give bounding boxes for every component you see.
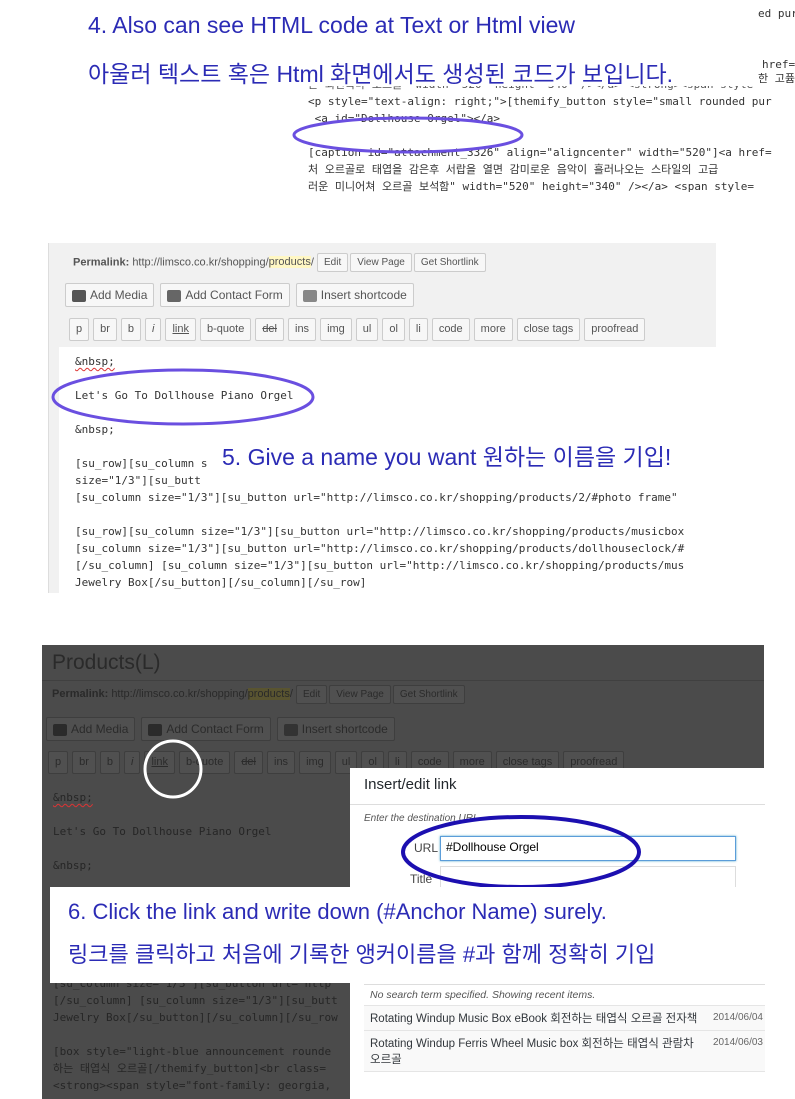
- media-buttons-row: Add Media Add Contact Form Insert shortcod…: [46, 717, 401, 741]
- quicktags-toolbar: p br b i link b-quote del ins img ul ol li code more c…: [69, 318, 649, 341]
- code-line-partial: 른 회전목마 오르골" width="520" height="340" /><…: [308, 86, 795, 93]
- qt-p[interactable]: p: [69, 318, 90, 341]
- recent-items-list: No search term specified. Showing recent…: [364, 984, 765, 1099]
- editor-textarea[interactable]: &nbsp; Let's Go To Dollhouse Piano Orgel…: [53, 789, 272, 874]
- form-icon: [148, 723, 163, 736]
- qt-img[interactable]: img: [320, 318, 352, 341]
- permalink-row: Permalink: http://limsco.co.kr/shopping/…: [73, 253, 488, 272]
- step4-caption-ko: 아울러 텍스트 혹은 Html 화면에서도 생성된 코드가 보입니다.: [88, 61, 674, 87]
- qt-more[interactable]: more: [473, 318, 513, 341]
- qt-img[interactable]: img: [299, 751, 331, 774]
- media-icon: [53, 723, 67, 736]
- code-line: <p style="text-align: right;">[themify_b…: [308, 95, 772, 108]
- step4-caption-en: 4. Also can see HTML code at Text or Htm…: [88, 12, 576, 38]
- highlight-ellipse-anchor-text: [51, 368, 315, 426]
- highlight-circle-link-button: [143, 739, 203, 799]
- shortcode-icon: [302, 289, 317, 302]
- code-fragment-top-right: ed pur href= 한 고퓸: [758, 7, 795, 85]
- qt-ins[interactable]: ins: [288, 318, 317, 341]
- step6-caption-ko: 링크를 클릭하고 처음에 기록한 앵커이름을 #과 함께 정확히 기입: [68, 942, 656, 967]
- qt-b-quote[interactable]: b-quote: [200, 318, 252, 341]
- step6-caption-box: 6. Click the link and write down (#Ancho…: [50, 887, 795, 983]
- form-icon: [167, 289, 182, 302]
- shortcode-icon: [283, 723, 298, 736]
- qt-li[interactable]: li: [408, 318, 428, 341]
- permalink-url[interactable]: http://limsco.co.kr/shopping/products/: [132, 256, 314, 269]
- highlight-ellipse-anchor-code: [292, 116, 524, 154]
- insert-shortcode-button[interactable]: Insert shortcode: [295, 283, 414, 307]
- page-title: Products(L): [52, 651, 161, 674]
- qt-proofread[interactable]: proofread: [584, 318, 646, 341]
- qt-i[interactable]: i: [124, 751, 141, 774]
- qt-br[interactable]: br: [72, 751, 96, 774]
- qt-p[interactable]: p: [48, 751, 69, 774]
- editor-textarea-lower: [su_column size="1/3"][su_button url="ht…: [53, 977, 338, 1092]
- qt-ul[interactable]: ul: [355, 318, 379, 341]
- highlight-ellipse-url-field: [401, 815, 641, 889]
- result-item[interactable]: Rotating Windup Ferris Wheel Music box 회…: [364, 1031, 765, 1072]
- search-notice: No search term specified. Showing recent…: [364, 985, 765, 1006]
- qt-del[interactable]: del: [234, 751, 263, 774]
- view-page-button[interactable]: View Page: [329, 685, 391, 704]
- media-icon: [72, 289, 86, 302]
- qt-link[interactable]: link: [165, 318, 196, 341]
- permalink-row: Permalink: http://limsco.co.kr/shopping/…: [52, 685, 467, 704]
- qt-close-tags[interactable]: close tags: [516, 318, 581, 341]
- step6-caption-en: 6. Click the link and write down (#Ancho…: [68, 899, 607, 924]
- code-line: 러운 미니어쳐 오르골 보석함" width="520" height="340…: [308, 180, 754, 193]
- qt-b[interactable]: b: [99, 751, 121, 774]
- result-item[interactable]: Rotating Windup Music Box eBook 회전하는 태엽식…: [364, 1006, 765, 1031]
- permalink-edit-button[interactable]: Edit: [316, 253, 349, 272]
- qt-ins[interactable]: ins: [267, 751, 296, 774]
- add-media-button[interactable]: Add Media: [65, 283, 155, 307]
- insert-shortcode-button[interactable]: Insert shortcode: [276, 717, 395, 741]
- qt-code[interactable]: code: [431, 318, 470, 341]
- media-buttons-row: Add Media Add Contact Form Insert shortcod…: [65, 283, 420, 307]
- qt-ol[interactable]: ol: [382, 318, 405, 341]
- code-line: 처 오르골로 태엽을 감은후 서랍을 열면 감미로운 음악이 흘러나오는 스타일…: [308, 163, 719, 176]
- dialog-title: Insert/edit link: [350, 768, 765, 805]
- view-page-button[interactable]: View Page: [350, 253, 412, 272]
- qt-b[interactable]: b: [120, 318, 142, 341]
- qt-del[interactable]: del: [255, 318, 284, 341]
- get-shortlink-button[interactable]: Get Shortlink: [392, 685, 465, 704]
- add-contact-form-button[interactable]: Add Contact Form: [160, 283, 290, 307]
- add-media-button[interactable]: Add Media: [46, 717, 136, 741]
- qt-br[interactable]: br: [93, 318, 117, 341]
- get-shortlink-button[interactable]: Get Shortlink: [413, 253, 486, 272]
- permalink-edit-button[interactable]: Edit: [295, 685, 328, 704]
- qt-i[interactable]: i: [145, 318, 162, 341]
- step5-caption: 5. Give a name you want 원하는 이름을 기입!: [222, 444, 672, 470]
- permalink-url[interactable]: http://limsco.co.kr/shopping/products/: [111, 688, 293, 700]
